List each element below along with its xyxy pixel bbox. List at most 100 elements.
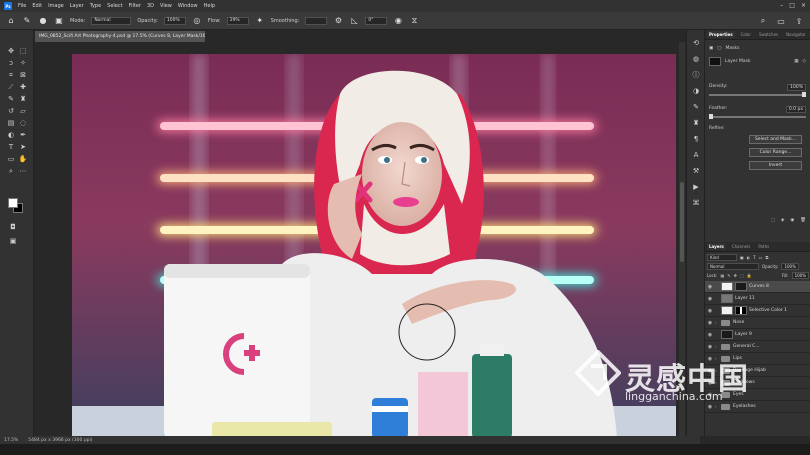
lock-move-icon[interactable]: ✥ (734, 273, 737, 278)
blend-mode-select[interactable]: Normal (707, 263, 759, 270)
tab-layers[interactable]: Layers (707, 243, 726, 250)
info-panel-icon[interactable]: ⓘ (691, 70, 701, 80)
visibility-eye-icon[interactable]: ◉ (705, 284, 715, 290)
clone-source-icon[interactable]: ♜ (691, 118, 701, 128)
brush-tool-icon[interactable]: ✎ (6, 94, 16, 104)
feather-field[interactable]: 0.0 px (785, 106, 806, 113)
more-tools-icon[interactable]: ⋯ (18, 166, 28, 176)
zoom-level[interactable]: 17.5% (4, 438, 18, 443)
angle-field[interactable]: 0° (365, 16, 388, 25)
color-panel-icon[interactable]: ◍ (691, 54, 701, 64)
pixel-mask-icon[interactable]: ▣ (709, 46, 713, 51)
flow-field[interactable]: 29% (226, 16, 249, 25)
quick-select-tool-icon[interactable]: ✧ (18, 58, 28, 68)
gradient-tool-icon[interactable]: ▤ (6, 118, 16, 128)
vector-mask-icon[interactable]: ▢ (717, 46, 721, 51)
brush-preset-icon[interactable]: ● (38, 16, 48, 26)
airbrush-icon[interactable]: ✦ (255, 16, 265, 26)
lock-artboard-icon[interactable]: ⬚ (740, 273, 744, 278)
lasso-tool-icon[interactable]: ↄ (6, 58, 16, 68)
frame-tool-icon[interactable]: ⊠ (18, 70, 28, 80)
menu-image[interactable]: Image (48, 3, 64, 9)
quick-mask-icon[interactable]: ◘ (8, 222, 18, 232)
select-and-mask-button[interactable]: Select and Mask... (749, 135, 802, 144)
zoom-tool-icon[interactable]: ⌕ (6, 166, 16, 176)
tab-swatches[interactable]: Swatches (757, 31, 780, 38)
character-panel-icon[interactable]: A (691, 150, 701, 160)
menu-help[interactable]: Help (204, 3, 215, 9)
paragraph-panel-icon[interactable]: ¶ (691, 134, 701, 144)
pressure-opacity-icon[interactable]: ◎ (192, 16, 202, 26)
tab-navigator[interactable]: Navigator (784, 31, 808, 38)
stamp-tool-icon[interactable]: ♜ (18, 94, 28, 104)
menu-file[interactable]: File (18, 3, 26, 9)
visibility-eye-icon[interactable]: ◉ (705, 308, 715, 314)
filter-type-icon[interactable]: T (753, 255, 755, 260)
workspace-icon[interactable]: ▭ (776, 16, 786, 26)
menu-view[interactable]: View (160, 3, 172, 9)
apply-mask-icon[interactable]: ◈ (781, 218, 784, 223)
menu-filter[interactable]: Filter (129, 3, 141, 9)
vector-mask-add-icon[interactable]: ◇ (803, 59, 806, 64)
fill-field[interactable]: 100% (791, 272, 809, 279)
layer-row[interactable]: ◉ Layer 9 (705, 329, 810, 341)
tab-properties[interactable]: Properties (707, 31, 735, 38)
mode-select[interactable]: Normal (91, 16, 132, 25)
layer-row[interactable]: ◉ Layer 11 (705, 293, 810, 305)
density-field[interactable]: 100% (787, 84, 806, 91)
layer-row[interactable]: ◉ Curves 8 (705, 281, 810, 293)
menu-select[interactable]: Select (107, 3, 122, 9)
layer-opacity-field[interactable]: 100% (781, 263, 799, 270)
eraser-tool-icon[interactable]: ▱ (18, 106, 28, 116)
menu-3d[interactable]: 3D (147, 3, 154, 9)
tab-paths[interactable]: Paths (756, 243, 771, 250)
mask-thumbnail[interactable] (735, 282, 747, 291)
adjustments-panel-icon[interactable]: ◑ (691, 86, 701, 96)
history-panel-icon[interactable]: ⟲ (691, 38, 701, 48)
close-icon[interactable]: × (801, 2, 806, 9)
color-range-button[interactable]: Color Range... (749, 148, 802, 157)
lock-paint-icon[interactable]: ✎ (727, 273, 730, 278)
filter-smart-icon[interactable]: ⧉ (766, 255, 769, 260)
filter-shape-icon[interactable]: ▭ (759, 255, 763, 260)
filter-pixel-icon[interactable]: ▣ (740, 255, 744, 260)
crop-tool-icon[interactable]: ⌗ (6, 70, 16, 80)
pressure-size-icon[interactable]: ◉ (393, 16, 403, 26)
maximize-icon[interactable]: □ (789, 2, 795, 9)
pen-tool-icon[interactable]: ✒ (18, 130, 28, 140)
tab-color[interactable]: Color (739, 31, 753, 38)
delete-mask-icon[interactable]: 🗑 (800, 218, 806, 223)
search-icon[interactable]: ⌕ (758, 16, 768, 26)
mask-thumbnail[interactable] (735, 306, 747, 315)
blur-tool-icon[interactable]: ◌ (18, 118, 28, 128)
home-icon[interactable]: ⌂ (6, 16, 16, 26)
marquee-tool-icon[interactable]: ⬚ (18, 46, 28, 56)
load-selection-icon[interactable]: ⬚ (771, 218, 775, 223)
dodge-tool-icon[interactable]: ◐ (6, 130, 16, 140)
minimize-icon[interactable]: – (780, 2, 783, 9)
feather-slider-knob[interactable] (709, 114, 713, 119)
share-icon[interactable]: ⇪ (794, 16, 804, 26)
path-select-tool-icon[interactable]: ➤ (18, 142, 28, 152)
brush-panel-icon[interactable]: ✎ (691, 102, 701, 112)
brush-settings-icon[interactable]: ▣ (54, 16, 64, 26)
density-slider[interactable] (709, 92, 807, 97)
glyphs-panel-icon[interactable]: ⌘ (691, 198, 701, 208)
scrollbar-thumb[interactable] (680, 182, 684, 262)
tool-presets-icon[interactable]: ⚒ (691, 166, 701, 176)
symmetry-icon[interactable]: ⧖ (409, 16, 419, 26)
layer-filter-kind[interactable]: Kind (707, 254, 737, 261)
brush-tool-icon[interactable]: ✎ (22, 16, 32, 26)
menu-type[interactable]: Type (90, 3, 101, 9)
move-tool-icon[interactable]: ✥ (6, 46, 16, 56)
menu-edit[interactable]: Edit (32, 3, 42, 9)
hand-tool-icon[interactable]: ✋ (18, 154, 28, 164)
lock-all-icon[interactable]: 🔒 (747, 273, 752, 278)
tab-channels[interactable]: Channels (730, 243, 753, 250)
lock-pixels-icon[interactable]: ▦ (720, 273, 724, 278)
invert-button[interactable]: Invert (749, 161, 802, 170)
visibility-eye-icon[interactable]: ◉ (705, 320, 715, 326)
add-mask-icon[interactable]: ▦ (794, 59, 798, 64)
menu-layer[interactable]: Layer (70, 3, 84, 9)
feather-slider[interactable] (709, 114, 806, 119)
